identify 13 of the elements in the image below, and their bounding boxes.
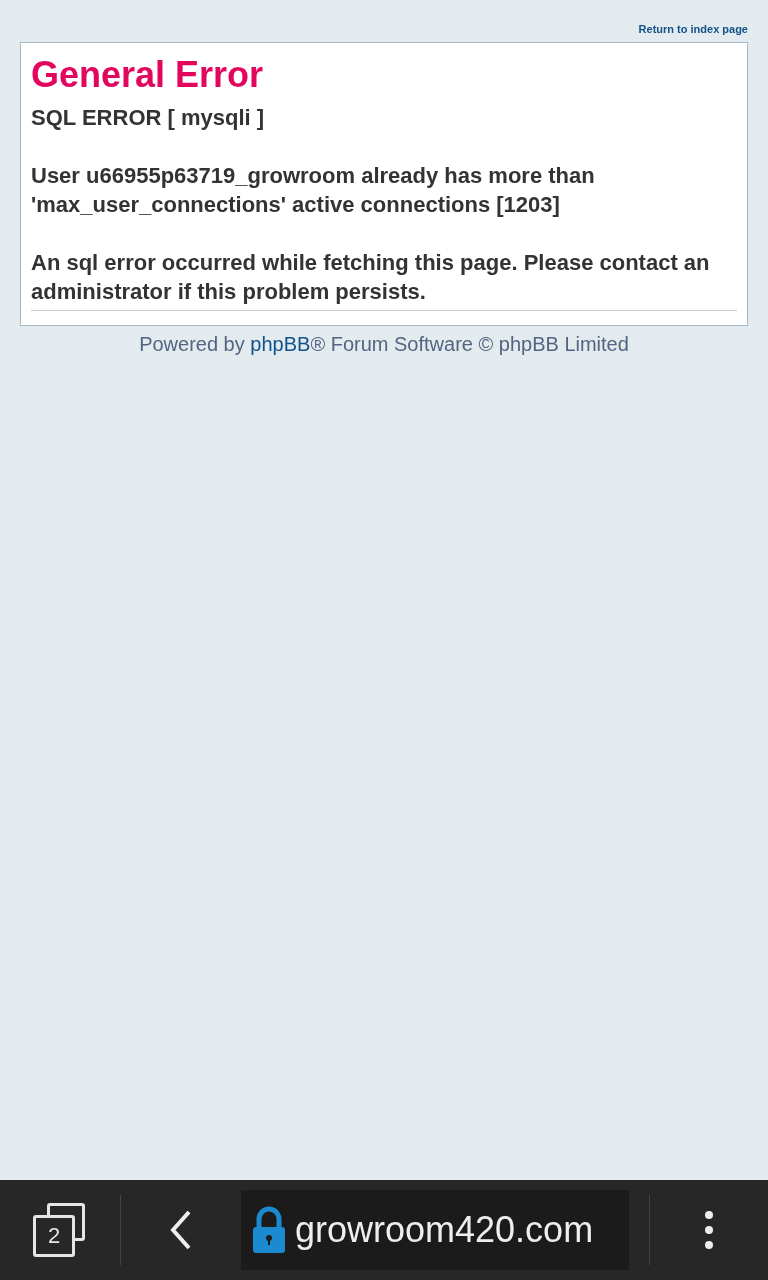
- error-subtitle: SQL ERROR [ mysqli ]: [31, 104, 266, 132]
- error-message: An sql error occurred while fetching this page. Please contact an administrator if this problem persists.: [31, 249, 711, 306]
- url-field[interactable]: growroom420.com: [241, 1190, 629, 1270]
- tab-count: 2: [47, 1225, 61, 1247]
- error-message: User u66955p63719_growroom already has more than 'max_user_connections' active connections [1203]: [31, 162, 596, 219]
- tabs-button[interactable]: 2: [0, 1180, 120, 1280]
- url-text: growroom420.com: [295, 1208, 594, 1252]
- index-link[interactable]: Return to index page: [638, 22, 748, 36]
- phpbb-link[interactable]: phpBB: [250, 333, 311, 355]
- error-title: General Error: [31, 53, 265, 97]
- footer-text: Powered by phpBB® Forum Software © phpBB Limited: [139, 332, 629, 357]
- more-icon: [703, 1210, 715, 1250]
- back-icon: [169, 1210, 193, 1250]
